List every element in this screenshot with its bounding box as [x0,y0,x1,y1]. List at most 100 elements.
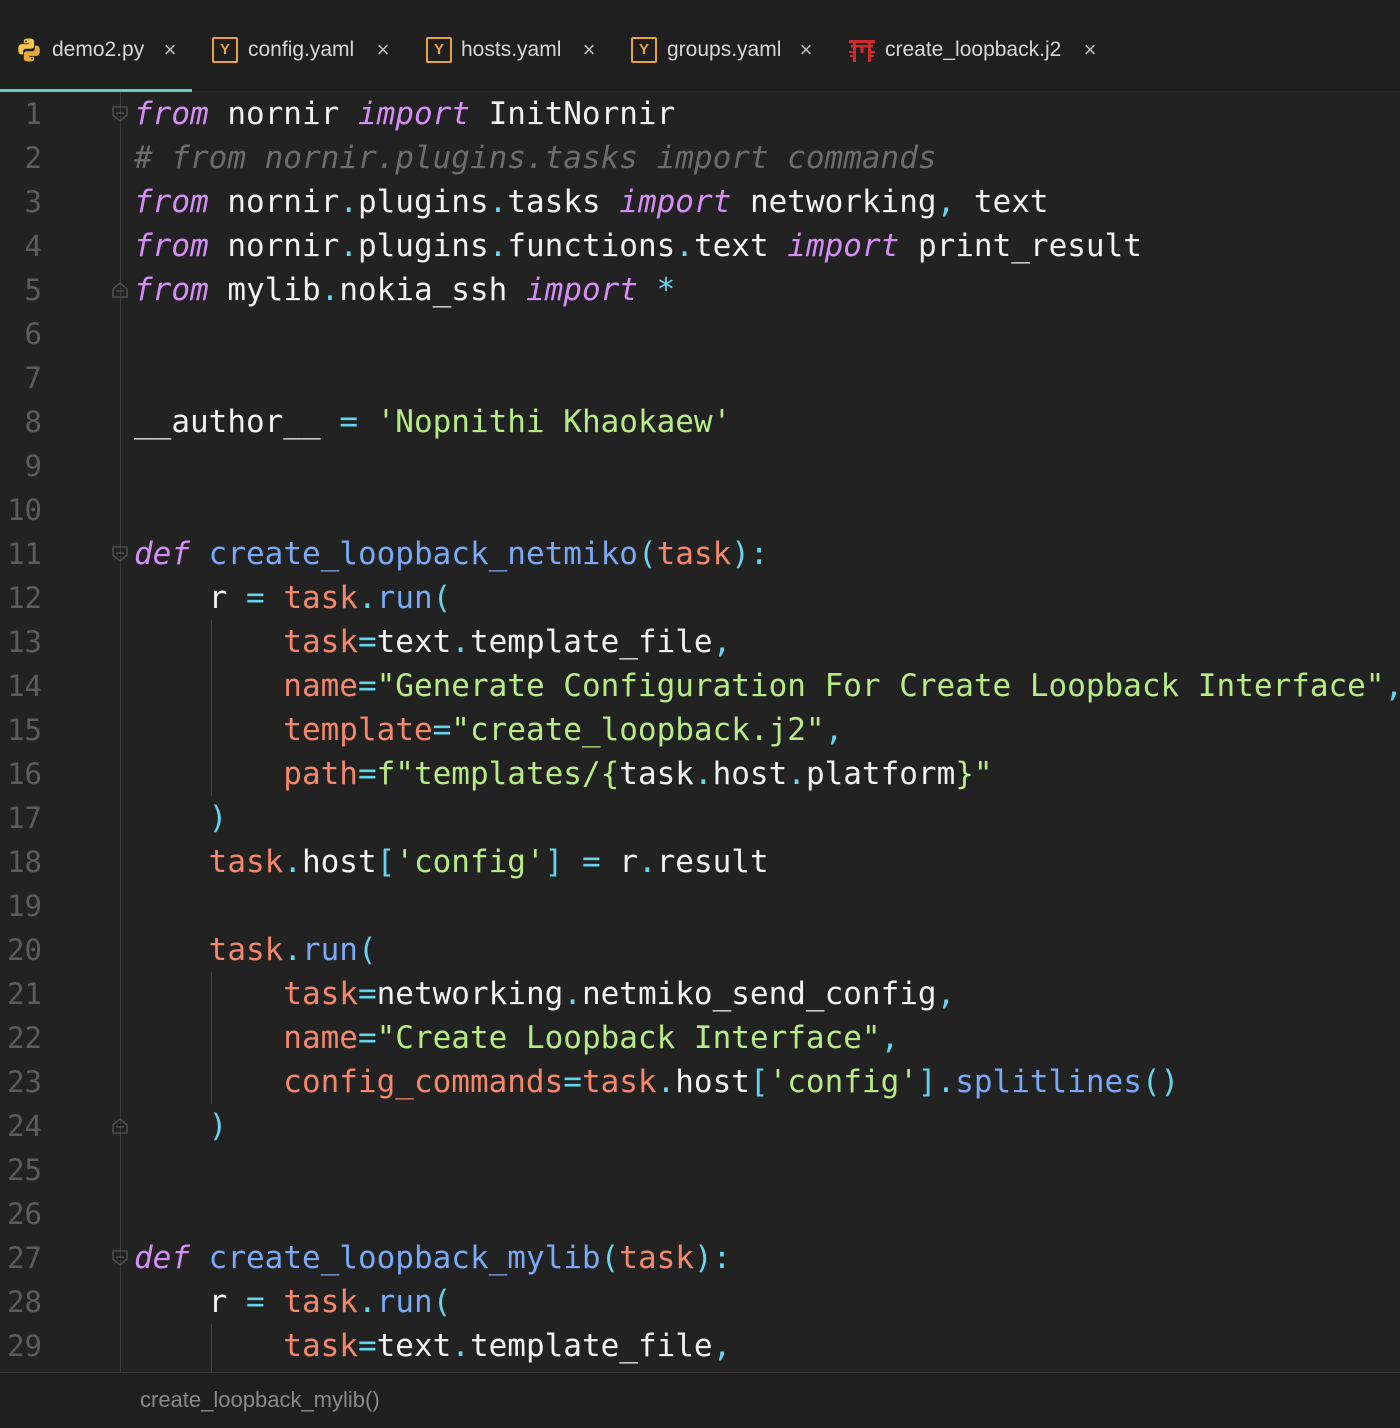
code-token: , [936,976,956,1012]
line-number: 16 [7,757,42,791]
code-line[interactable]: 7 [0,356,1400,400]
code-token: create_loopback_netmiko [190,536,638,572]
code-token: def [134,1240,190,1276]
code-token: task [264,1284,358,1320]
code-token: name [134,1020,358,1056]
line-number: 15 [7,713,42,747]
code-token: task [619,1240,694,1276]
code-line[interactable]: 4 from nornir.plugins.functions.text impo… [0,224,1400,268]
code-token: ): [731,536,769,572]
code-token: ( [432,1284,452,1320]
code-token: . [283,844,302,880]
code-token: host [301,844,377,880]
code-line[interactable]: 16 path=f"templates/{task.host.platform}… [0,752,1400,796]
line-number: 13 [7,625,42,659]
code-line[interactable]: 18 task.host['config'] = r.result [0,840,1400,884]
code-token: name [134,668,358,704]
code-line[interactable]: 3 from nornir.plugins.tasks import networ… [0,180,1400,224]
code-token: [ [749,1064,769,1100]
tab-groups-yaml[interactable]: Y groups.yaml × [618,0,828,92]
line-number: 5 [24,273,42,307]
code-line[interactable]: 23 config_commands=task.host['config'].s… [0,1060,1400,1104]
code-token: "create_loopback.j2" [451,712,825,748]
jinja-icon [848,37,875,63]
code-line[interactable]: 25 [0,1148,1400,1192]
line-number: 12 [7,581,42,615]
code-line[interactable]: 10 [0,488,1400,532]
close-icon[interactable]: × [795,37,817,63]
code-token: 'config' [768,1064,918,1100]
code-token: text [693,228,788,264]
code-line[interactable]: 2 # from nornir.plugins.tasks import comm… [0,136,1400,180]
code-token: import [619,184,732,220]
line-number: 18 [7,845,42,879]
code-line[interactable]: 27 def create_loopback_mylib(task): [0,1236,1400,1280]
code-token: InitNornir [469,96,676,132]
tab-demo2-py[interactable]: demo2.py × [0,0,192,92]
code-line[interactable]: 5 from mylib.nokia_ssh import * [0,268,1400,312]
yaml-icon: Y [212,37,238,63]
line-number: 20 [7,933,42,967]
code-token: import [787,228,900,264]
tab-bar: demo2.py × Y config.yaml × Y hosts.yaml … [0,0,1400,92]
code-text: task=text.template_file, [134,620,731,664]
tab-hosts-yaml[interactable]: Y hosts.yaml × [414,0,614,92]
line-number: 19 [7,889,42,923]
code-token: = [563,1064,582,1100]
line-number: 26 [7,1197,42,1231]
code-editor[interactable]: 1 from nornir import InitNornir 2 # from no… [0,92,1400,1372]
code-token: . [488,184,508,220]
code-token: platform [805,756,956,792]
code-line[interactable]: 29 task=text.template_file, [0,1324,1400,1368]
code-line[interactable]: 22 name="Create Loopback Interface", [0,1016,1400,1060]
code-token: plugins [357,184,489,220]
code-token: text [376,624,452,660]
code-line[interactable]: 11 def create_loopback_netmiko(task): [0,532,1400,576]
code-token: task [656,536,732,572]
close-icon[interactable]: × [578,37,600,63]
code-line[interactable]: 6 [0,312,1400,356]
code-token: = [357,1328,377,1364]
code-token: [ [376,844,396,880]
code-token: from [134,228,209,264]
code-token: task [134,624,358,660]
code-line[interactable]: 21 task=networking.netmiko_send_config, [0,972,1400,1016]
code-token: create_loopback_mylib [190,1240,601,1276]
code-line[interactable]: 17 ) [0,796,1400,840]
code-token: nornir [208,228,340,264]
code-line[interactable]: 24 ) [0,1104,1400,1148]
code-text: template="create_loopback.j2", [134,708,843,752]
code-token: = [563,844,601,880]
tab-config-yaml[interactable]: Y config.yaml × [200,0,410,92]
code-line[interactable]: 15 template="create_loopback.j2", [0,708,1400,752]
close-icon[interactable]: × [372,37,394,63]
code-line[interactable]: 20 task.run( [0,928,1400,972]
code-token: ( [432,580,452,616]
line-number: 28 [7,1285,42,1319]
code-line[interactable]: 19 [0,884,1400,928]
close-icon[interactable]: × [1079,37,1101,63]
close-icon[interactable]: × [159,37,181,63]
tab-create-loopback-j2[interactable]: create_loopback.j2 × [836,0,1116,92]
code-token: from [134,272,209,308]
code-token: ) [134,800,228,836]
code-token: task [134,1328,358,1364]
code-line[interactable]: 28 r = task.run( [0,1280,1400,1324]
code-line[interactable]: 12 r = task.run( [0,576,1400,620]
code-line[interactable]: 8 __author__ = 'Nopnithi Khaokaew' [0,400,1400,444]
breadcrumb[interactable]: create_loopback_mylib() [140,1385,380,1415]
code-token: 'Nopnithi Khaokaew' [357,404,732,440]
code-token: ] [544,844,564,880]
code-text: from nornir.plugins.tasks import network… [134,180,1049,224]
code-line[interactable]: 1 from nornir import InitNornir [0,92,1400,136]
code-line[interactable]: 14 name="Generate Configuration For Crea… [0,664,1400,708]
code-line[interactable]: 13 task=text.template_file, [0,620,1400,664]
code-text: ) [134,1104,228,1148]
code-text: task.host['config'] = r.result [134,840,769,884]
code-token: print_result [899,228,1142,264]
line-number: 17 [7,801,42,835]
code-token: 'config' [395,844,545,880]
code-line[interactable]: 9 [0,444,1400,488]
code-token: = [357,756,377,792]
code-line[interactable]: 26 [0,1192,1400,1236]
